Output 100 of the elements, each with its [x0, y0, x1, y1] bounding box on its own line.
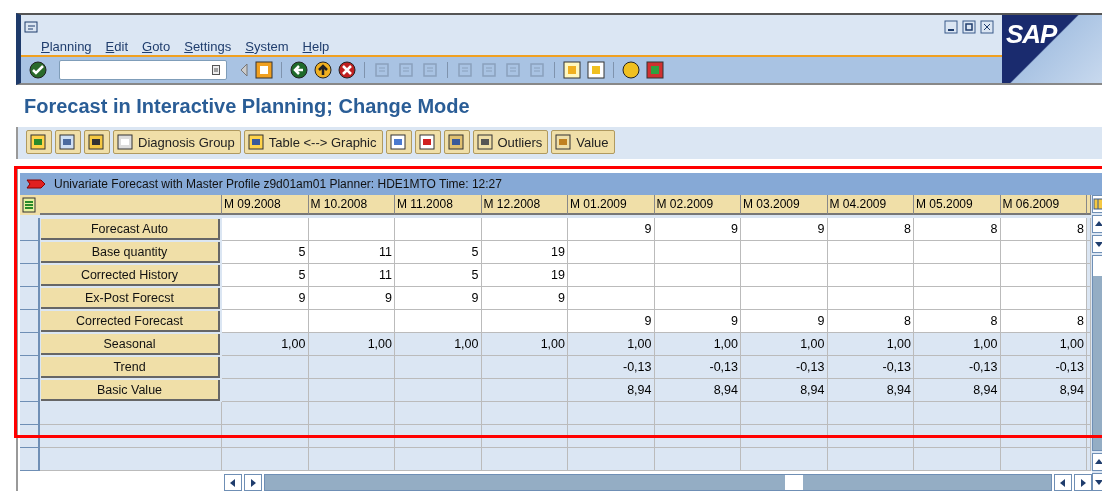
row-label-button[interactable]: Trend: [41, 357, 220, 378]
table-cell: 9: [481, 287, 568, 310]
check-icon[interactable]: [29, 61, 47, 79]
menu-item[interactable]: Edit: [105, 39, 128, 54]
row-selector[interactable]: [20, 448, 40, 471]
row-label-button[interactable]: Basic Value: [41, 380, 220, 401]
column-header[interactable]: M 02.2009: [654, 195, 741, 215]
down-arrow-icon[interactable]: [1094, 477, 1102, 487]
table-cell: 9: [741, 218, 828, 241]
table-cell: -0,13: [827, 356, 914, 379]
select-all-icon[interactable]: [20, 195, 40, 215]
column-header[interactable]: M 06.2009: [1000, 195, 1087, 215]
toolbar-button[interactable]: [55, 130, 81, 154]
menu-item[interactable]: Planning: [41, 39, 92, 54]
row-selector[interactable]: [20, 379, 40, 402]
row-selector[interactable]: [20, 264, 40, 287]
page-title: Forecast in Interactive Planning; Change Mode: [24, 95, 471, 119]
column-header[interactable]: M 09.2008: [222, 195, 309, 215]
table-cell: -0,13: [568, 356, 655, 379]
row-selector[interactable]: [20, 241, 40, 264]
scroll-left-button[interactable]: [1054, 474, 1072, 491]
back-icon[interactable]: [290, 61, 308, 79]
grid-header-text: Univariate Forecast with Master Profile z9d01am01 Planner: HDE1MTO Time: 12:27: [54, 177, 502, 191]
toolbar-button[interactable]: [414, 130, 441, 154]
scroll-thumb[interactable]: [785, 475, 803, 490]
menu-item[interactable]: System: [245, 39, 289, 54]
scroll-right-button[interactable]: [1074, 474, 1092, 491]
table-cell: 8: [1000, 310, 1087, 333]
column-header[interactable]: M 12.2008: [481, 195, 568, 215]
row-label-button[interactable]: Seasonal: [41, 334, 220, 355]
column-header[interactable]: M 03.2009: [741, 195, 828, 215]
scroll-down-button[interactable]: [1092, 473, 1102, 491]
row-selector[interactable]: [20, 218, 40, 241]
toolbar-button[interactable]: [443, 130, 470, 154]
header-cell: [1087, 195, 1091, 215]
column-header[interactable]: M 11.2008: [395, 195, 482, 215]
row-selector[interactable]: [20, 310, 40, 333]
menu-item[interactable]: Help: [302, 39, 330, 54]
toolbar-button[interactable]: Outliers: [472, 130, 549, 154]
cancel-icon[interactable]: [338, 61, 356, 79]
scroll-right-button[interactable]: [244, 474, 262, 491]
column-header[interactable]: M 05.2009: [914, 195, 1001, 215]
row-selector[interactable]: [20, 287, 40, 310]
table-cell: -0,13: [914, 356, 1001, 379]
down-arrow-icon[interactable]: [1094, 239, 1102, 249]
table-cell: 19: [481, 241, 568, 264]
maximize-icon[interactable]: [962, 20, 976, 34]
toolbar-button[interactable]: Table <--> Graphic: [243, 130, 383, 154]
toolbar-button[interactable]: Diagnosis Group: [113, 130, 241, 154]
command-field[interactable]: [59, 60, 227, 80]
exit-icon[interactable]: [314, 61, 332, 79]
table-cell: 8: [1000, 218, 1087, 241]
column-header[interactable]: M 01.2009: [568, 195, 655, 215]
table-cell: 8,94: [1000, 379, 1087, 402]
table-cell: 9: [308, 287, 395, 310]
scroll-up-button[interactable]: [1092, 215, 1102, 233]
table-cell: 1,00: [654, 333, 741, 356]
column-settings-button[interactable]: [1092, 195, 1102, 213]
table-cell: 19: [481, 264, 568, 287]
table-cell: 8,94: [914, 379, 1001, 402]
row-label-button[interactable]: Base quantity: [41, 242, 220, 263]
column-header[interactable]: M 04.2009: [827, 195, 914, 215]
table-cell: 1,00: [395, 333, 482, 356]
horizontal-scrollbar[interactable]: [264, 474, 1052, 491]
toolbar-button[interactable]: Value: [551, 130, 615, 154]
row-selector[interactable]: [20, 356, 40, 379]
collapse-icon[interactable]: [239, 63, 249, 77]
row-selector[interactable]: [20, 402, 40, 425]
up-arrow-icon[interactable]: [1094, 457, 1102, 467]
toolbar-button[interactable]: [385, 130, 412, 154]
table-cell: 9: [654, 218, 741, 241]
vertical-scrollbar[interactable]: [1092, 255, 1102, 451]
row-label-button[interactable]: Corrected History: [41, 265, 220, 286]
scroll-thumb[interactable]: [1093, 276, 1102, 450]
table-cell: 8: [827, 218, 914, 241]
scroll-up-button[interactable]: [1092, 453, 1102, 471]
column-header[interactable]: M 10.2008: [308, 195, 395, 215]
window-menu-icon[interactable]: [24, 21, 38, 33]
left-arrow-icon[interactable]: [228, 477, 238, 488]
table-cell: 5: [222, 264, 309, 287]
minimize-icon[interactable]: [944, 20, 958, 34]
table-cell: -0,13: [654, 356, 741, 379]
right-arrow-icon[interactable]: [1078, 477, 1088, 488]
menu-item[interactable]: Settings: [184, 39, 232, 54]
table-cell: 8,94: [568, 379, 655, 402]
table-cell: 8,94: [741, 379, 828, 402]
close-icon[interactable]: [980, 20, 994, 34]
row-selector[interactable]: [20, 333, 40, 356]
right-arrow-icon[interactable]: [248, 477, 258, 488]
left-arrow-icon[interactable]: [1058, 477, 1068, 488]
row-label-button[interactable]: Ex-Post Forecst: [41, 288, 220, 309]
menu-item[interactable]: Goto: [142, 39, 171, 54]
row-label-button[interactable]: Forecast Auto: [41, 219, 220, 240]
up-arrow-icon[interactable]: [1094, 219, 1102, 229]
scroll-down-button[interactable]: [1092, 235, 1102, 253]
history-icon[interactable]: [212, 65, 220, 75]
toolbar-button[interactable]: [84, 130, 110, 154]
table-cell: 5: [395, 241, 482, 264]
row-label-button[interactable]: Corrected Forecast: [41, 311, 220, 332]
scroll-left-button[interactable]: [224, 474, 242, 491]
